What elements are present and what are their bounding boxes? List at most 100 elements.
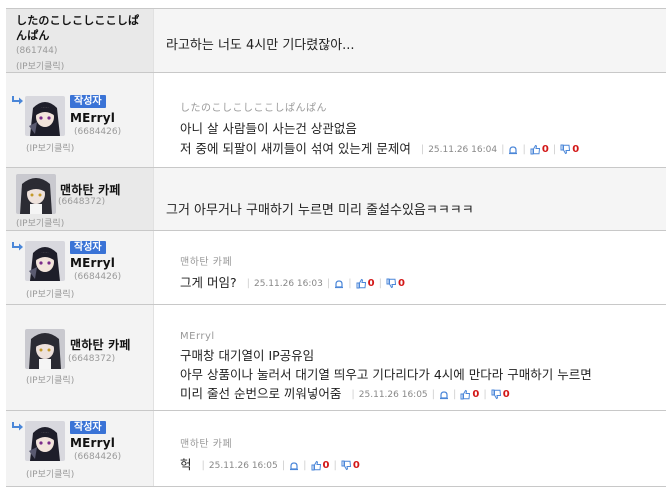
divider: |: [326, 278, 331, 289]
comment-text-line: 그게 머임? | 25.11.26 16:03 | | 0 | 0: [180, 272, 405, 291]
avatar[interactable]: [25, 96, 65, 136]
user-id: (6648372): [58, 197, 106, 207]
divider: |: [501, 144, 505, 155]
author-badge: 작성자: [70, 421, 106, 434]
upvote-button[interactable]: 0: [356, 278, 375, 289]
user-nickname[interactable]: 맨하탄 카페: [70, 336, 131, 353]
upvote-count: 0: [367, 278, 375, 289]
user-nickname[interactable]: 맨하탄 카페: [60, 181, 121, 198]
thumbs-down-icon: [560, 144, 571, 155]
user-column: 맨하탄 카페 (6648372) (IP보기클릭): [6, 305, 154, 410]
thumbs-down-icon: [341, 460, 351, 471]
reply-arrow-icon: [12, 96, 23, 105]
ip-view-link[interactable]: (IP보기클릭): [16, 216, 64, 229]
comment-row: したのこしこしここしぱんぱん (861744) (IP보기클릭) 라고하는 너도…: [6, 8, 666, 72]
user-column: 작성자 MErryl (6684426) (IP보기클릭): [6, 73, 154, 167]
ip-view-link[interactable]: (IP보기클릭): [26, 373, 74, 386]
comment-row: 작성자 MErryl (6684426) (IP보기클릭) 맨하탄 카페 헉 |…: [6, 410, 666, 487]
user-id: (6684426): [74, 272, 122, 282]
downvote-button[interactable]: 0: [341, 460, 360, 471]
avatar[interactable]: [25, 329, 65, 369]
user-column: 작성자 MErryl (6684426) (IP보기클릭): [6, 231, 154, 304]
user-nickname[interactable]: MErryl: [70, 256, 115, 270]
thumbs-down-icon: [491, 389, 501, 400]
comment-text-line: 아무 상품이나 눌러서 대기열 띄우고 기다리다가 4시에 만다라 구매하기 누…: [180, 367, 592, 382]
report-bell-icon[interactable]: [439, 390, 449, 400]
divider: |: [351, 389, 355, 400]
thumbs-up-icon: [530, 144, 540, 155]
comment-time: 25.11.26 16:05: [358, 389, 428, 400]
ip-view-link[interactable]: (IP보기클릭): [26, 287, 74, 300]
report-bell-icon[interactable]: [289, 461, 299, 471]
report-bell-icon[interactable]: [508, 145, 518, 155]
divider: |: [431, 389, 436, 400]
upvote-count: 0: [541, 144, 549, 155]
downvote-count: 0: [572, 144, 580, 155]
user-column: 작성자 MErryl (6684426) (IP보기클릭): [6, 411, 154, 486]
user-id: (6684426): [74, 127, 122, 137]
upvote-count: 0: [472, 389, 480, 400]
divider: |: [201, 460, 205, 471]
comment-text-line: 저 중에 되팔이 새끼들이 섞여 있는게 문제여 | 25.11.26 16:0…: [180, 138, 579, 157]
comment-time: 25.11.26 16:04: [428, 144, 498, 155]
ip-view-link[interactable]: (IP보기클릭): [26, 467, 74, 480]
upvote-count: 0: [322, 460, 330, 471]
comment-text-line: 헉 | 25.11.26 16:05 | | 0 | 0: [180, 454, 360, 473]
downvote-button[interactable]: 0: [491, 389, 510, 400]
thumbs-down-icon: [386, 278, 397, 289]
comment-row: 맨하탄 카페 (6648372) (IP보기클릭) 그거 아무거나 구매하기 누…: [6, 167, 666, 230]
comment-meta: | 25.11.26 16:05 | | 0 | 0: [351, 389, 509, 400]
user-id: (861744): [16, 46, 58, 56]
downvote-button[interactable]: 0: [560, 144, 579, 155]
divider: |: [246, 278, 250, 289]
downvote-count: 0: [502, 389, 510, 400]
comment-text: 헉: [180, 457, 192, 472]
divider: |: [552, 144, 557, 155]
user-column: したのこしこしここしぱんぱん (861744) (IP보기클릭): [6, 9, 154, 72]
user-nickname[interactable]: MErryl: [70, 111, 115, 125]
comment-text: 그거 아무거나 구매하기 누르면 미리 줄설수있음ㅋㅋㅋㅋ: [166, 203, 474, 218]
upvote-button[interactable]: 0: [460, 389, 479, 400]
avatar[interactable]: [25, 241, 65, 281]
comment-text: 그게 머임?: [180, 275, 237, 290]
downvote-count: 0: [352, 460, 360, 471]
reply-target: したのこしこしここしぱんぱん: [180, 103, 327, 114]
user-id: (6648372): [68, 354, 116, 364]
comment-row: 맨하탄 카페 (6648372) (IP보기클릭) MErryl 구매창 대기열…: [6, 304, 666, 410]
upvote-button[interactable]: 0: [311, 460, 330, 471]
user-nickname[interactable]: MErryl: [70, 436, 115, 450]
divider: |: [420, 144, 425, 155]
reply-target: 맨하탄 카페: [180, 257, 233, 268]
thumbs-up-icon: [356, 278, 366, 289]
divider: |: [348, 278, 352, 289]
upvote-button[interactable]: 0: [530, 144, 549, 155]
comment-text: 미리 줄선 순번으로 끼워넣어줌: [180, 386, 342, 401]
comment-text: 라고하는 너도 4시만 기다렸잖아...: [166, 38, 355, 53]
reply-arrow-icon: [12, 422, 23, 431]
downvote-button[interactable]: 0: [386, 278, 405, 289]
thumbs-up-icon: [311, 460, 321, 471]
comment-text: 저 중에 되팔이 새끼들이 섞여 있는게 문제여: [180, 141, 411, 156]
avatar[interactable]: [16, 174, 56, 214]
comment-text-line: 미리 줄선 순번으로 끼워넣어줌 | 25.11.26 16:05 | | 0 …: [180, 383, 510, 402]
divider: |: [483, 389, 487, 400]
comment-row: 작성자 MErryl (6684426) (IP보기클릭) したのこしこしここし…: [6, 72, 666, 167]
avatar[interactable]: [25, 421, 65, 461]
ip-view-link[interactable]: (IP보기클릭): [16, 59, 64, 72]
report-bell-icon[interactable]: [334, 279, 344, 289]
divider: |: [281, 460, 286, 471]
comment-time: 25.11.26 16:05: [208, 460, 278, 471]
user-nickname[interactable]: したのこしこしここしぱんぱん: [16, 13, 146, 43]
comment-meta: | 25.11.26 16:03 | | 0 | 0: [247, 278, 405, 289]
divider: |: [522, 144, 526, 155]
reply-target: MErryl: [180, 331, 215, 342]
comment-text-line: 구매창 대기열이 IP공유임: [180, 348, 315, 363]
divider: |: [303, 460, 307, 471]
reply-target: 맨하탄 카페: [180, 439, 233, 450]
ip-view-link[interactable]: (IP보기클릭): [26, 141, 74, 154]
divider: |: [453, 389, 457, 400]
divider: |: [333, 460, 337, 471]
downvote-count: 0: [397, 278, 405, 289]
thumbs-up-icon: [460, 389, 471, 400]
comment-meta: | 25.11.26 16:04 | | 0 | 0: [421, 144, 579, 155]
